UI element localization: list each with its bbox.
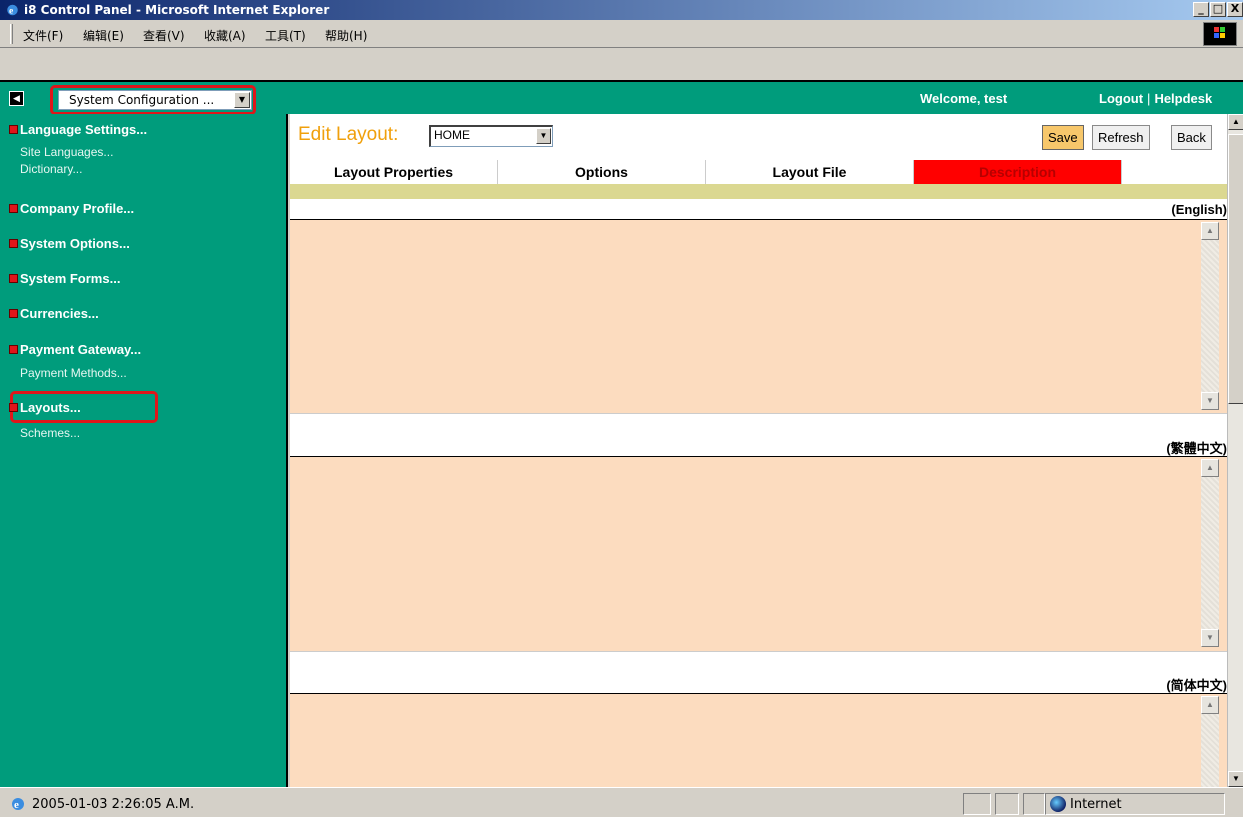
close-button[interactable]: X — [1227, 2, 1243, 17]
scroll-down-icon[interactable]: ▼ — [1201, 629, 1219, 647]
bullet-icon — [9, 204, 18, 214]
textarea-scrollbar[interactable]: ▲ ▼ — [1201, 459, 1219, 647]
tab-description-label: Description — [978, 164, 1056, 180]
textarea-scrollbar[interactable]: ▲ ▼ — [1201, 222, 1219, 410]
sidebar-item-label: Layouts... — [20, 400, 81, 415]
status-bar: e 2005-01-03 2:26:05 A.M. Internet — [0, 787, 1243, 817]
header-links: Logout | Helpdesk — [1099, 91, 1212, 106]
tab-layout-file[interactable]: Layout File — [706, 160, 914, 184]
window-title: i8 Control Panel - Microsoft Internet Ex… — [24, 3, 330, 17]
language-label-english: (English) — [1171, 202, 1227, 217]
scroll-up-icon[interactable]: ▲ — [1201, 696, 1219, 714]
scroll-down-icon[interactable]: ▼ — [1201, 392, 1219, 410]
language-label-simplified-chinese: (简体中文) — [1166, 678, 1227, 693]
sidebar-item-label: System Forms... — [20, 271, 121, 286]
toolbar-grip[interactable] — [10, 24, 13, 44]
bullet-icon — [9, 403, 18, 413]
tab-underline-bar — [290, 184, 1227, 199]
tab-bar: Layout Properties Options Layout File De… — [290, 160, 1122, 184]
logout-link[interactable]: Logout — [1099, 91, 1143, 106]
bullet-icon — [9, 309, 18, 319]
sidebar-item-currencies[interactable]: Currencies... — [9, 306, 99, 321]
edit-layout-label: Edit Layout: — [298, 124, 399, 145]
layout-select[interactable]: HOME ▼ — [429, 125, 553, 147]
sidebar-item-system-options[interactable]: System Options... — [9, 236, 130, 251]
description-textarea-simplified-chinese[interactable]: ▲ — [290, 693, 1227, 787]
save-button[interactable]: Save — [1042, 125, 1084, 150]
bullet-icon — [9, 274, 18, 284]
welcome-text: Welcome, test — [920, 91, 1008, 106]
sidebar-item-label: Company Profile... — [20, 201, 135, 216]
collapse-sidebar-icon[interactable]: ◀ — [9, 91, 24, 106]
chevron-down-icon[interactable]: ▼ — [536, 128, 551, 144]
sidebar-item-system-forms[interactable]: System Forms... — [9, 271, 120, 286]
sidebar-item-payment-gateway[interactable]: Payment Gateway... — [9, 342, 141, 357]
bullet-icon — [9, 239, 18, 249]
window-titlebar: e i8 Control Panel - Microsoft Internet … — [0, 0, 1243, 20]
internet-explorer-icon: e — [7, 4, 18, 17]
textarea-scrollbar[interactable]: ▲ — [1201, 696, 1219, 787]
menu-help[interactable]: 帮助(H) — [325, 27, 367, 44]
module-select-value: System Configuration ... — [69, 93, 215, 107]
description-textarea-traditional-chinese[interactable]: ▲ ▼ — [290, 456, 1227, 652]
scroll-up-icon[interactable]: ▲ — [1201, 459, 1219, 477]
scrollbar-thumb[interactable] — [1228, 134, 1243, 404]
windows-logo-icon — [1203, 22, 1237, 46]
bullet-icon — [9, 125, 18, 135]
status-text: 2005-01-03 2:26:05 A.M. — [32, 797, 195, 812]
link-separator: | — [1147, 91, 1151, 106]
scroll-up-icon[interactable]: ▲ — [1228, 114, 1243, 130]
menu-edit[interactable]: 编辑(E) — [83, 27, 124, 44]
chevron-down-icon[interactable]: ▼ — [234, 92, 250, 108]
sidebar-item-label: Currencies... — [20, 306, 99, 321]
bullet-icon — [9, 345, 18, 355]
menu-tools[interactable]: 工具(T) — [265, 27, 306, 44]
svg-text:e: e — [9, 6, 14, 17]
main-content: Edit Layout: HOME ▼ Save Refresh Back La… — [290, 114, 1227, 787]
layout-select-value: HOME — [434, 128, 470, 142]
svg-text:e: e — [14, 799, 19, 811]
app-header: ◀ System Configuration ... ▼ Welcome, te… — [0, 80, 1243, 115]
description-textarea-english[interactable]: ▲ ▼ — [290, 219, 1227, 414]
tab-layout-properties[interactable]: Layout Properties — [290, 160, 498, 184]
sidebar-subitem-site-languages[interactable]: Site Languages... — [20, 145, 113, 159]
security-zone-text: Internet — [1070, 797, 1122, 812]
sidebar-item-label: Payment Gateway... — [20, 342, 142, 357]
sidebar-subitem-schemes[interactable]: Schemes... — [20, 426, 80, 440]
globe-icon — [1050, 796, 1066, 812]
maximize-button[interactable]: □ — [1210, 2, 1226, 17]
sidebar-item-company-profile[interactable]: Company Profile... — [9, 201, 134, 216]
back-button[interactable]: Back — [1171, 125, 1212, 150]
helpdesk-link[interactable]: Helpdesk — [1154, 91, 1212, 106]
sidebar-subitem-payment-methods[interactable]: Payment Methods... — [20, 366, 127, 380]
tab-options[interactable]: Options — [498, 160, 706, 184]
page-scrollbar[interactable]: ▲ ▼ — [1227, 114, 1243, 787]
module-select[interactable]: System Configuration ... ▼ — [58, 90, 252, 110]
language-label-traditional-chinese: (繁體中文) — [1166, 441, 1227, 456]
address-area — [0, 48, 1243, 80]
sidebar-item-language-settings[interactable]: Language Settings... — [9, 122, 147, 137]
scroll-up-icon[interactable]: ▲ — [1201, 222, 1219, 240]
status-pane — [963, 793, 991, 815]
status-pane — [1023, 793, 1045, 815]
scroll-down-icon[interactable]: ▼ — [1228, 771, 1243, 787]
sidebar: Language Settings... Site Languages... D… — [0, 114, 288, 787]
minimize-button[interactable]: _ — [1193, 2, 1209, 17]
sidebar-item-label: System Options... — [20, 236, 130, 251]
internet-explorer-icon: e — [12, 798, 24, 811]
tab-description[interactable]: Description — [914, 160, 1122, 184]
menu-favorites[interactable]: 收藏(A) — [204, 27, 246, 44]
refresh-button[interactable]: Refresh — [1092, 125, 1150, 150]
sidebar-subitem-dictionary[interactable]: Dictionary... — [20, 162, 82, 176]
menu-file[interactable]: 文件(F) — [23, 27, 63, 44]
menu-view[interactable]: 查看(V) — [143, 27, 185, 44]
menu-bar: 文件(F) 编辑(E) 查看(V) 收藏(A) 工具(T) 帮助(H) — [0, 20, 1243, 48]
sidebar-item-layouts[interactable]: Layouts... — [9, 400, 81, 415]
status-pane — [995, 793, 1019, 815]
sidebar-item-label: Language Settings... — [20, 122, 148, 137]
